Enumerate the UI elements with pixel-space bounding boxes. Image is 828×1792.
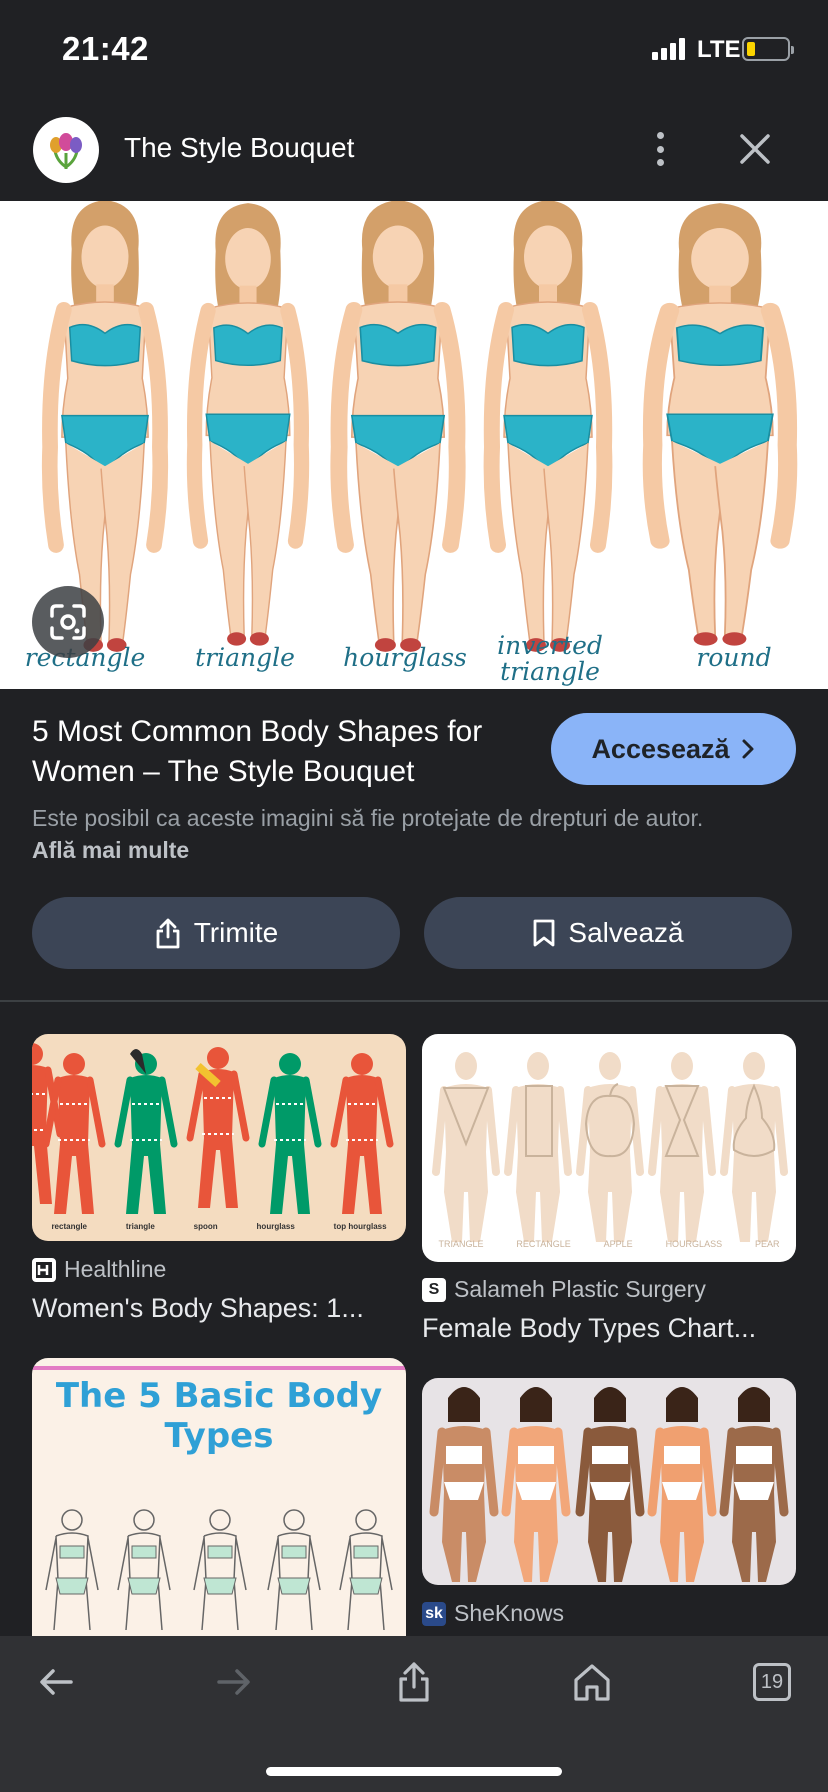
section-divider [0, 1000, 828, 1002]
body-shapes-illustration [0, 201, 828, 689]
more-options-icon[interactable] [646, 128, 674, 170]
status-time: 21:42 [62, 30, 149, 67]
healthline-label-0: rectangle [51, 1222, 88, 1231]
status-bar: 21:42 LTE [0, 0, 828, 100]
salameh-label-3: HOURGLASS [665, 1239, 723, 1249]
network-type: LTE [697, 36, 741, 63]
result-title[interactable]: 5 Most Common Body Shapes for Women – Th… [32, 712, 522, 792]
home-indicator [266, 1767, 562, 1776]
visit-button[interactable]: Accesează [551, 713, 796, 785]
healthline-favicon-icon [32, 1257, 56, 1282]
shape-label-hourglass: hourglass [343, 643, 467, 672]
figure-inverted-triangle [492, 201, 605, 652]
battery-icon [742, 37, 794, 61]
related-image-basic-types[interactable]: The 5 Basic Body Types [32, 1358, 406, 1636]
sheknows-favicon-icon: sk [422, 1601, 446, 1626]
save-label: Salvează [568, 917, 684, 948]
figure-triangle [194, 203, 301, 646]
source-salameh[interactable]: S Salameh Plastic Surgery [422, 1276, 706, 1303]
back-icon[interactable] [30, 1656, 82, 1708]
home-icon[interactable] [566, 1656, 618, 1708]
salameh-label-1: RECTANGLE [516, 1239, 571, 1249]
salameh-label-2: APPLE [603, 1239, 633, 1249]
healthline-label-3: hourglass [256, 1222, 295, 1231]
share-label: Trimite [193, 917, 279, 948]
figure-hourglass [339, 201, 457, 652]
tab-switcher-button[interactable]: 19 [746, 1656, 798, 1708]
copyright-notice: Este posibil ca aceste imagini să fie pr… [32, 805, 704, 863]
tab-count: 19 [753, 1663, 791, 1701]
source-sheknows[interactable]: sk SheKnows [422, 1600, 564, 1627]
salameh-favicon-icon: S [422, 1277, 446, 1302]
shape-label-inverted-triangle: inverted triangle [497, 631, 603, 686]
site-logo[interactable] [33, 117, 99, 183]
healthline-label-4: top hourglass [333, 1222, 387, 1231]
close-icon[interactable] [734, 128, 776, 170]
source-name: Healthline [64, 1256, 167, 1282]
basic-types-heading: The 5 Basic Body Types [55, 1376, 383, 1456]
lens-icon[interactable] [32, 586, 104, 658]
chevron-right-icon [742, 739, 754, 759]
share-button[interactable]: Trimite [32, 897, 400, 969]
shape-label-triangle: triangle [195, 643, 295, 672]
hero-image[interactable]: rectangle triangle hourglass inverted tr… [0, 201, 828, 689]
related-image-salameh[interactable]: TRIANGLE RECTANGLE APPLE HOURGLASS PEAR [422, 1034, 796, 1262]
salameh-label-0: TRIANGLE [438, 1239, 484, 1249]
related-title-healthline[interactable]: Women's Body Shapes: 1... [32, 1293, 364, 1324]
healthline-label-1: triangle [125, 1222, 155, 1231]
related-image-sheknows[interactable] [422, 1378, 796, 1585]
figure-round [652, 203, 787, 646]
related-title-salameh[interactable]: Female Body Types Chart... [422, 1313, 756, 1344]
site-name[interactable]: The Style Bouquet [124, 132, 354, 164]
salameh-label-4: PEAR [754, 1239, 780, 1249]
source-healthline[interactable]: Healthline [32, 1256, 166, 1283]
share-icon [156, 918, 180, 949]
figure-rectangle [50, 201, 161, 652]
healthline-label-2: spoon [193, 1222, 218, 1231]
related-image-healthline[interactable]: rectangle triangle spoon hourglass top h… [32, 1034, 406, 1241]
signal-icon [652, 38, 685, 60]
bookmark-icon [534, 919, 555, 947]
learn-more-link[interactable]: Află mai multe [32, 837, 189, 863]
tulip-bouquet-icon [50, 133, 82, 169]
share-icon[interactable] [388, 1656, 440, 1708]
source-name: SheKnows [454, 1600, 564, 1626]
source-name: Salameh Plastic Surgery [454, 1276, 706, 1302]
shape-label-round: round [696, 643, 772, 672]
visit-button-label: Accesează [591, 733, 730, 764]
forward-icon[interactable] [208, 1656, 260, 1708]
save-button[interactable]: Salvează [424, 897, 792, 969]
